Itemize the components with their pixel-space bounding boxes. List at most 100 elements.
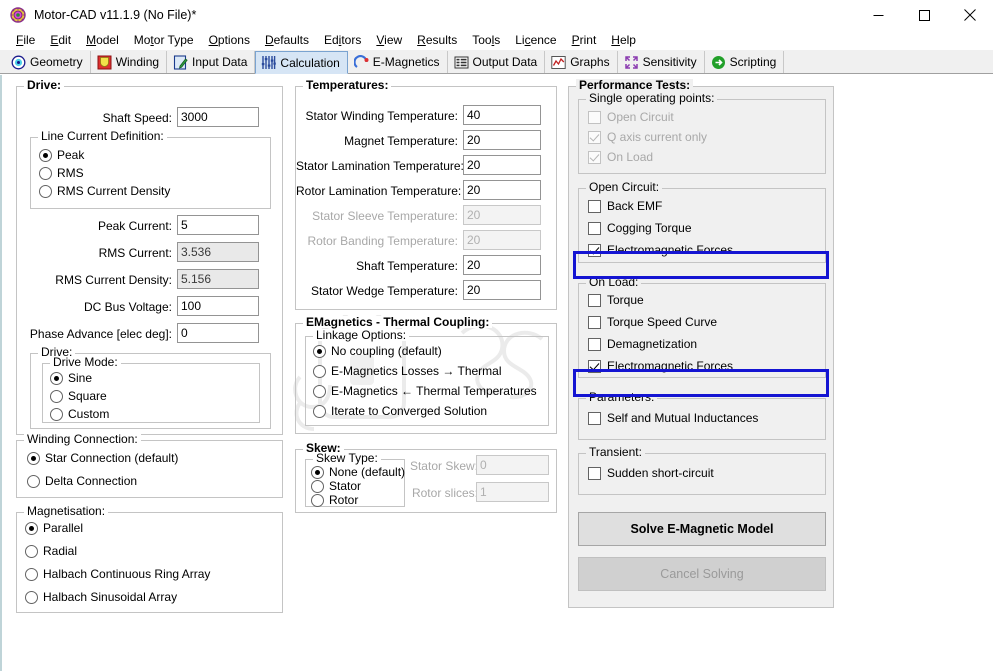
radio-skew-stator[interactable]: Stator [311, 479, 361, 493]
radio-label: Halbach Sinusoidal Array [43, 590, 178, 604]
checkbox-torque-speed-curve[interactable]: Torque Speed Curve [588, 315, 717, 329]
menu-item-options[interactable]: Options [202, 32, 258, 48]
tab-graphs[interactable]: Graphs [545, 51, 618, 73]
radio-emagnetics-from-thermal-temperatures[interactable]: E-Magnetics ← Thermal Temperatures [313, 384, 537, 398]
close-icon[interactable] [947, 0, 993, 30]
radio-label: Iterate to Converged Solution [331, 404, 488, 418]
solve-emagnetic-model-button[interactable]: Solve E-Magnetic Model [578, 512, 826, 546]
menu-item-file[interactable]: File [9, 32, 43, 48]
radio-rms[interactable]: RMS [39, 166, 84, 180]
radio-parallel[interactable]: Parallel [25, 521, 83, 535]
radio-halbach-sinusoidal-array[interactable]: Halbach Sinusoidal Array [25, 590, 177, 604]
linkage-options-title: Linkage Options: [313, 329, 410, 341]
radio-label: Sine [68, 371, 93, 385]
checkbox-indicator [588, 199, 601, 213]
menu-item-licence[interactable]: Licence [508, 32, 564, 48]
emagnetics-thermal-coupling-group: EMagnetics - Thermal Coupling: Linkage O… [295, 316, 557, 434]
menu-item-motor-type[interactable]: Motor Type [127, 32, 202, 48]
radio-custom[interactable]: Custom [50, 407, 109, 421]
radio-sine[interactable]: Sine [50, 371, 92, 385]
tab-label: Calculation [280, 55, 340, 70]
tab-output-data[interactable]: Output Data [447, 51, 546, 73]
rms-current-density-label: RMS Current Density: [55, 273, 172, 287]
dc-bus-voltage-label: DC Bus Voltage: [83, 300, 172, 314]
menu-item-editors[interactable]: Editors [317, 32, 369, 48]
on-load-title: On Load: [586, 276, 642, 288]
geometry-icon [11, 55, 26, 70]
menu-item-model[interactable]: Model [79, 32, 127, 48]
menu-item-print[interactable]: Print [565, 32, 605, 48]
cancel-solving-button: Cancel Solving [578, 557, 826, 591]
stator-winding-temperature-input[interactable] [463, 105, 541, 125]
radio-radial[interactable]: Radial [25, 544, 77, 558]
open-circuit-title: Open Circuit: [586, 181, 663, 193]
radio-square[interactable]: Square [50, 389, 107, 403]
shaft-temperature-input[interactable] [463, 255, 541, 275]
checkbox-open-circuit-electromagnetic-forces[interactable]: Electromagnetic Forces [588, 243, 733, 257]
checkbox-label: Demagnetization [607, 337, 698, 351]
checkbox-cogging-torque[interactable]: Cogging Torque [588, 221, 692, 235]
tab-winding[interactable]: Winding [90, 51, 168, 73]
linkage-options-group: Linkage Options: No coupling (default) E… [305, 329, 549, 426]
dc-bus-voltage-input[interactable] [177, 296, 259, 316]
radio-indicator [313, 404, 326, 418]
checkbox-self-and-mutual-inductances[interactable]: Self and Mutual Inductances [588, 411, 758, 425]
radio-skew-none[interactable]: None (default) [311, 465, 405, 479]
radio-peak[interactable]: Peak [39, 148, 84, 162]
menu-item-results[interactable]: Results [410, 32, 465, 48]
tab-geometry[interactable]: Geometry [5, 51, 91, 73]
tab-sensitivity[interactable]: Sensitivity [617, 51, 705, 73]
radio-iterate-to-converged-solution[interactable]: Iterate to Converged Solution [313, 404, 487, 418]
minimize-icon[interactable] [855, 0, 901, 30]
tab-scripting[interactable]: Scripting [704, 51, 785, 73]
menu-item-tools[interactable]: Tools [465, 32, 508, 48]
radio-delta-connection[interactable]: Delta Connection [27, 474, 137, 488]
radio-label: Star Connection (default) [45, 451, 179, 465]
graphs-icon [551, 55, 566, 70]
tab-emagnetics[interactable]: E-Magnetics [347, 51, 448, 73]
menu-item-defaults[interactable]: Defaults [258, 32, 317, 48]
radio-star-connection[interactable]: Star Connection (default) [27, 451, 178, 465]
checkbox-label: Sudden short-circuit [607, 466, 714, 480]
magnetisation-title: Magnetisation: [24, 505, 109, 517]
tab-label: Geometry [30, 55, 83, 69]
radio-emagnetics-losses-to-thermal[interactable]: E-Magnetics Losses → Thermal [313, 364, 502, 378]
checkbox-on-load-electromagnetic-forces[interactable]: Electromagnetic Forces [588, 359, 733, 373]
drive-mode-title: Drive Mode: [50, 356, 121, 368]
radio-halbach-continuous-ring-array[interactable]: Halbach Continuous Ring Array [25, 567, 210, 581]
radio-label: Peak [57, 148, 85, 162]
tab-input-data[interactable]: Input Data [167, 51, 256, 73]
menu-item-help[interactable]: Help [604, 32, 644, 48]
radio-skew-rotor[interactable]: Rotor [311, 493, 358, 507]
checkbox-sudden-short-circuit[interactable]: Sudden short-circuit [588, 466, 714, 480]
checkbox-demagnetization[interactable]: Demagnetization [588, 337, 697, 351]
maximize-icon[interactable] [901, 0, 947, 30]
rotor-banding-temperature-input [463, 230, 541, 250]
radio-no-coupling[interactable]: No coupling (default) [313, 344, 442, 358]
menu-item-edit[interactable]: Edit [43, 32, 79, 48]
checkbox-indicator [588, 221, 601, 235]
shaft-speed-input[interactable] [177, 107, 259, 127]
stator-lamination-temperature-input[interactable] [463, 155, 541, 175]
radio-label: RMS [57, 166, 84, 180]
radio-indicator [50, 407, 63, 421]
rms-current-label: RMS Current: [98, 246, 172, 260]
radio-indicator [50, 389, 63, 403]
line-current-definition-title: Line Current Definition: [38, 130, 167, 142]
radio-rms-current-density[interactable]: RMS Current Density [39, 184, 170, 198]
tab-label: E-Magnetics [372, 55, 440, 69]
menu-item-view[interactable]: View [369, 32, 410, 48]
rotor-lamination-temperature-input[interactable] [463, 180, 541, 200]
tab-calculation[interactable]: Calculation [255, 51, 348, 74]
rms-current-density-input [177, 269, 259, 289]
radio-indicator [27, 451, 40, 465]
phase-advance-input[interactable] [177, 323, 259, 343]
checkbox-open-circuit: Open Circuit [588, 110, 674, 124]
checkbox-torque[interactable]: Torque [588, 293, 644, 307]
stator-wedge-temperature-input[interactable] [463, 280, 541, 300]
checkbox-back-emf[interactable]: Back EMF [588, 199, 662, 213]
magnet-temperature-input[interactable] [463, 130, 541, 150]
peak-current-input[interactable] [177, 215, 259, 235]
checkbox-indicator [588, 411, 601, 425]
radio-indicator [25, 544, 38, 558]
